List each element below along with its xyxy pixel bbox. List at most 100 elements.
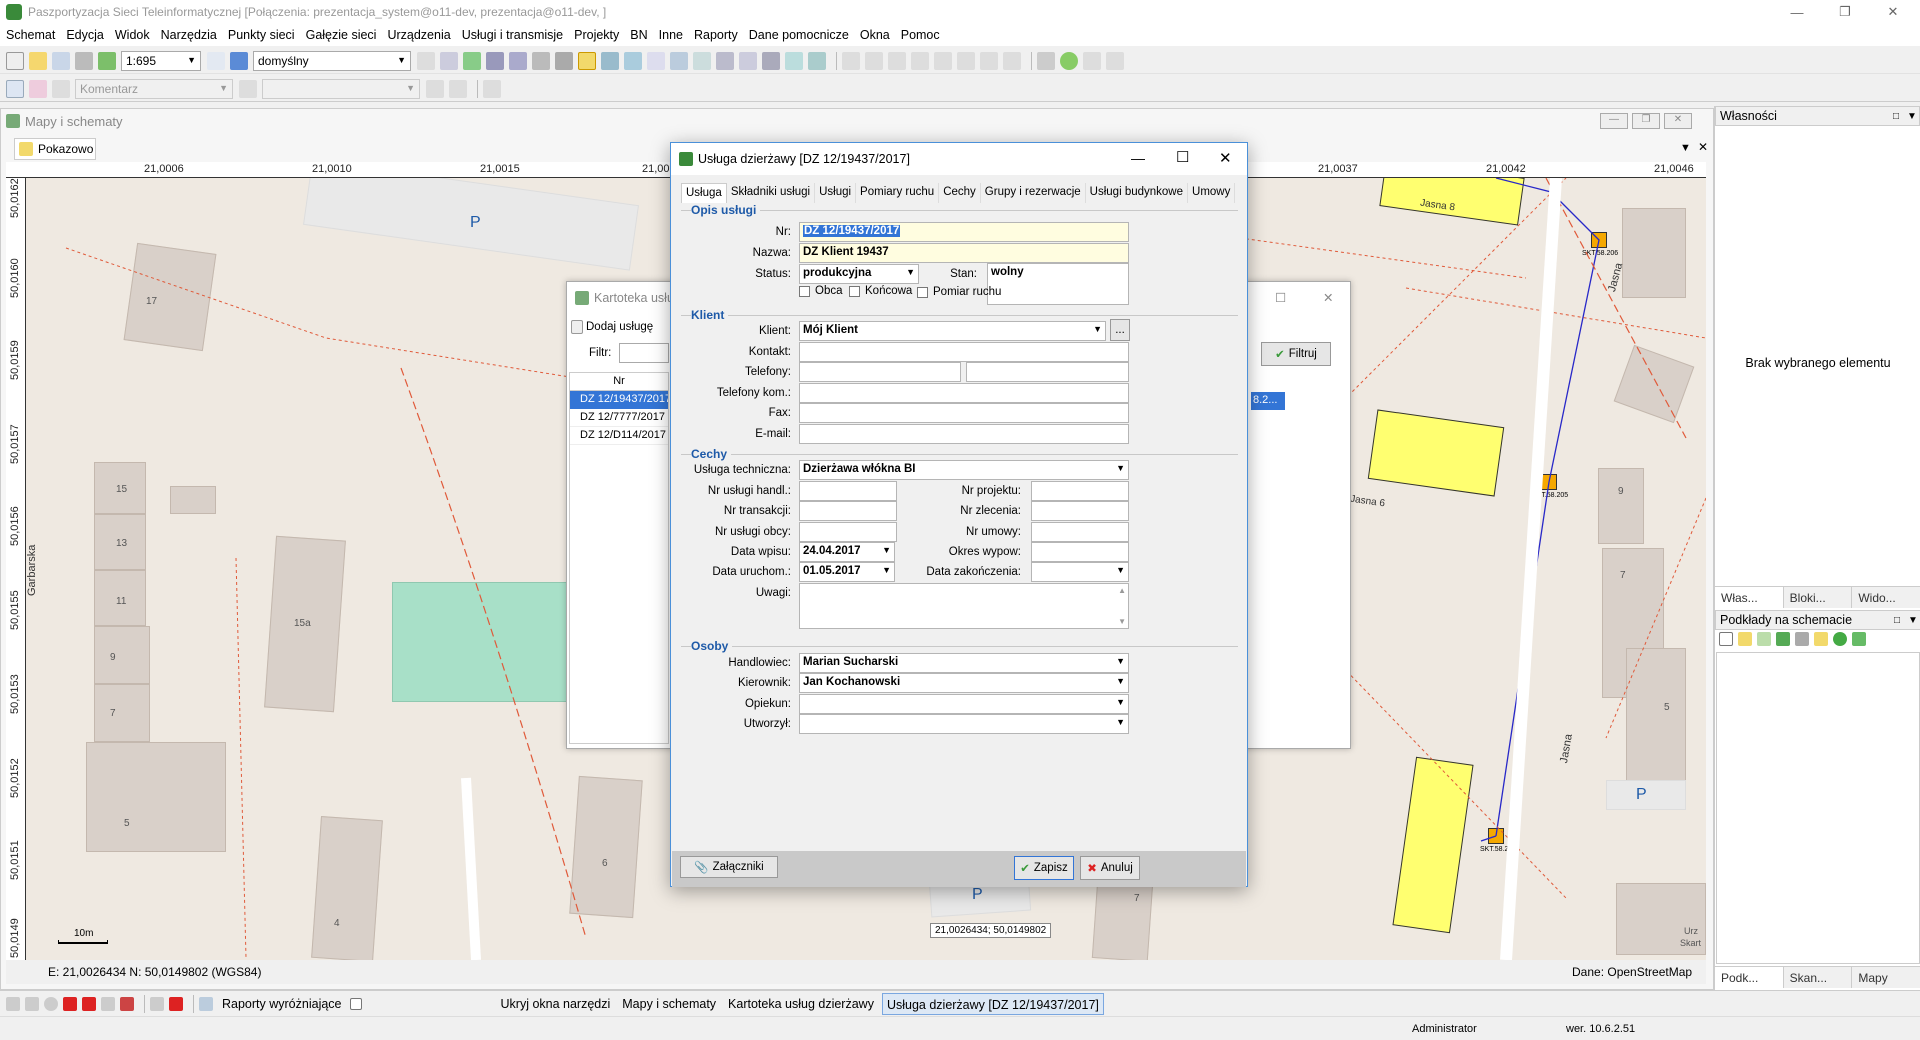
panel-float-icon[interactable]: □: [1893, 111, 1899, 122]
nazwa-field[interactable]: DZ Klient 19437: [799, 243, 1129, 263]
panel2-pin-icon[interactable]: ▼: [1908, 615, 1918, 626]
data-wpisu-picker[interactable]: 24.04.2017 ▼: [799, 542, 895, 562]
filter-button[interactable]: ✔ Filtruj: [1261, 342, 1331, 366]
nr-uslugi-handl-field[interactable]: [799, 481, 897, 501]
col-nr-header[interactable]: Nr: [570, 373, 668, 391]
tab-mapy[interactable]: Mapy: [1852, 967, 1920, 988]
tree-icon[interactable]: [1776, 632, 1790, 646]
table2-icon[interactable]: [670, 51, 688, 70]
scroll-up-icon[interactable]: ▲: [1118, 586, 1126, 595]
filter-input[interactable]: [619, 343, 669, 363]
distribute-icon[interactable]: [762, 51, 780, 70]
nr-uslugi-obcy-field[interactable]: [799, 522, 897, 542]
copy-icon[interactable]: [440, 51, 458, 70]
zoom-icon[interactable]: [207, 51, 225, 70]
pencil-icon[interactable]: [29, 79, 47, 98]
style-combo[interactable]: domyślny ▼: [253, 50, 411, 71]
menu-widok[interactable]: Widok: [115, 28, 150, 42]
scroll-down-icon[interactable]: ▼: [1118, 617, 1126, 626]
menu-uslugi[interactable]: Usługi i transmisje: [462, 28, 563, 42]
refresh-icon[interactable]: [98, 51, 116, 70]
branch-icon[interactable]: [888, 51, 906, 70]
handlowiec-select[interactable]: Marian Sucharski ▼: [799, 653, 1129, 673]
polyline-icon[interactable]: [449, 79, 467, 98]
restore-button[interactable]: ❐: [1822, 0, 1868, 24]
usluga-tech-select[interactable]: Dzierżawa włókna BI ▼: [799, 460, 1129, 480]
reload-icon[interactable]: [1833, 632, 1847, 646]
table-row[interactable]: DZ 12/19437/2017: [570, 391, 668, 409]
open-layer-icon[interactable]: [1738, 632, 1752, 646]
klient-more-button[interactable]: ...: [1110, 319, 1130, 341]
tab-pomiary[interactable]: Pomiary ruchu: [856, 183, 940, 203]
rect-icon[interactable]: [980, 51, 998, 70]
menu-inne[interactable]: Inne: [659, 28, 683, 42]
hide-checkbox[interactable]: [349, 997, 362, 1010]
tab-usluga[interactable]: Usługa: [681, 183, 727, 203]
opiekun-select[interactable]: ▼: [799, 694, 1129, 714]
uwagi-textarea[interactable]: ▲ ▼: [799, 583, 1129, 629]
new-icon[interactable]: [6, 51, 24, 70]
nr-zlecenia-field[interactable]: [1031, 501, 1129, 521]
tab-podklady[interactable]: Podk...: [1715, 967, 1784, 988]
tab-umowy[interactable]: Umowy: [1188, 183, 1236, 203]
scale-combo[interactable]: 1:695 ▼: [121, 50, 201, 71]
tab-skany[interactable]: Skan...: [1784, 967, 1853, 988]
move-icon[interactable]: [865, 51, 883, 70]
kontakt-field[interactable]: [799, 342, 1129, 362]
menu-narzedzia[interactable]: Narzędzia: [161, 28, 217, 42]
open-icon[interactable]: [29, 51, 47, 70]
task-usluga[interactable]: Usługa dzierżawy [DZ 12/19437/2017]: [881, 992, 1104, 1015]
map-layer-icon[interactable]: [1814, 632, 1828, 646]
telefony-field-2[interactable]: [966, 362, 1129, 382]
edit-tool-icon[interactable]: [101, 996, 115, 1011]
menu-projekty[interactable]: Projekty: [574, 28, 619, 42]
dialog-minimize-button[interactable]: —: [1131, 150, 1145, 166]
map-close-button[interactable]: ✕: [1664, 113, 1692, 129]
stan-field[interactable]: wolny: [987, 263, 1129, 305]
tab-skladniki[interactable]: Składniki usługi: [727, 183, 816, 203]
data-zakonczenia-picker[interactable]: ▼: [1031, 562, 1129, 582]
align2-icon[interactable]: [739, 51, 757, 70]
telefony-field-1[interactable]: [799, 362, 961, 382]
menu-dane[interactable]: Dane pomocnicze: [749, 28, 849, 42]
menu-urzadzenia[interactable]: Urządzenia: [387, 28, 450, 42]
zapisz-button[interactable]: ✔ Zapisz: [1014, 856, 1074, 880]
map-restore-button[interactable]: ❐: [1632, 113, 1660, 129]
dialog-close-button[interactable]: ✕: [1219, 149, 1232, 167]
person2-icon[interactable]: [1106, 51, 1124, 70]
search-icon[interactable]: [230, 51, 248, 70]
network-icon[interactable]: [555, 51, 573, 70]
new-layer-icon[interactable]: [1719, 632, 1733, 646]
select-map-icon[interactable]: [578, 51, 596, 70]
kartoteka-close-button[interactable]: ✕: [1323, 290, 1333, 305]
earth-icon[interactable]: [1060, 51, 1078, 70]
menu-raporty[interactable]: Raporty: [694, 28, 738, 42]
red-square2-icon[interactable]: [82, 996, 96, 1011]
map-tabs-menu-icon[interactable]: ▼: [1680, 142, 1691, 154]
kierownik-select[interactable]: Jan Kochanowski ▼: [799, 673, 1129, 693]
image-icon[interactable]: [601, 51, 619, 70]
email-field[interactable]: [799, 424, 1129, 444]
map-tab-close-icon[interactable]: ✕: [1698, 140, 1708, 154]
layer-pokazowo-button[interactable]: Pokazowo: [14, 138, 96, 160]
building-icon[interactable]: [532, 51, 550, 70]
zalaczniki-button[interactable]: 📎 Załączniki: [680, 856, 778, 878]
menu-okna[interactable]: Okna: [860, 28, 890, 42]
grid-tool-icon[interactable]: [150, 996, 164, 1011]
line-icon[interactable]: [426, 79, 444, 98]
nr-field[interactable]: DZ 12/19437/2017: [799, 222, 1129, 242]
koncowa-checkbox[interactable]: Końcowa: [849, 285, 912, 297]
print-icon[interactable]: [75, 51, 93, 70]
close-button[interactable]: ✕: [1870, 0, 1916, 24]
menu-pomoc[interactable]: Pomoc: [901, 28, 940, 42]
node-edit-icon[interactable]: [52, 79, 70, 98]
hide-tools-button[interactable]: Ukryj okna narzędzi: [497, 993, 615, 1015]
layers-icon[interactable]: [417, 51, 435, 70]
menu-schemat[interactable]: Schemat: [6, 28, 55, 42]
lock-icon[interactable]: [239, 79, 257, 98]
save-icon[interactable]: [52, 51, 70, 70]
nr-projektu-field[interactable]: [1031, 481, 1129, 501]
add-service-button[interactable]: Dodaj usługę: [571, 316, 671, 338]
crosshair-icon[interactable]: [1037, 51, 1055, 70]
fax-field[interactable]: [799, 403, 1129, 423]
